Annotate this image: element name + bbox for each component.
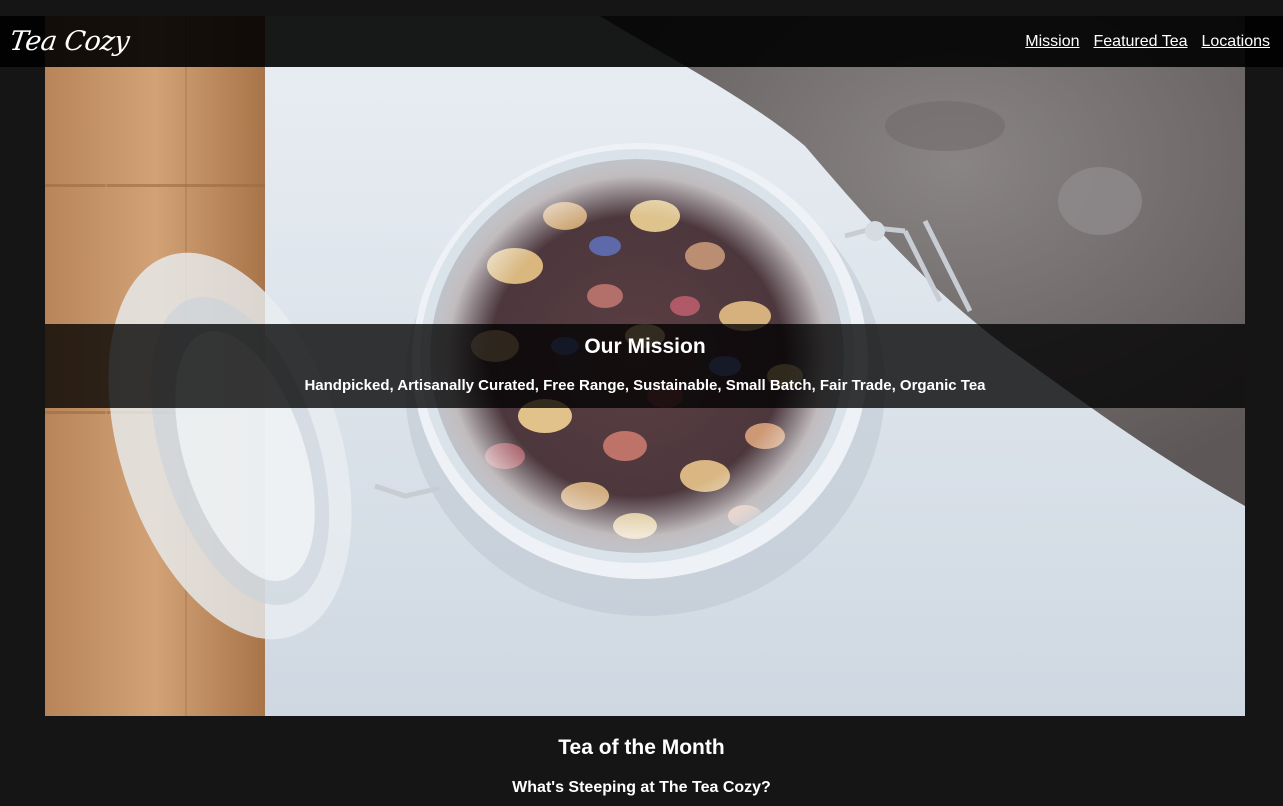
- site-header: Tea Cozy Mission Featured Tea Locations: [0, 16, 1283, 67]
- mission-title: Our Mission: [584, 335, 706, 358]
- nav-link-featured-tea[interactable]: Featured Tea: [1094, 33, 1188, 51]
- site-logo[interactable]: Tea Cozy: [8, 26, 131, 57]
- tea-of-the-month-section: Tea of the Month What's Steeping at The …: [0, 716, 1283, 798]
- tea-of-the-month-title: Tea of the Month: [558, 736, 725, 759]
- tea-of-the-month-subtitle: What's Steeping at The Tea Cozy?: [512, 779, 771, 796]
- nav-link-locations[interactable]: Locations: [1202, 33, 1271, 51]
- top-strip: [0, 0, 1283, 16]
- nav-link-mission[interactable]: Mission: [1025, 33, 1079, 51]
- mission-banner: Our Mission Handpicked, Artisanally Cura…: [45, 324, 1245, 408]
- mission-text: Handpicked, Artisanally Curated, Free Ra…: [304, 377, 986, 394]
- main-nav: Mission Featured Tea Locations: [1025, 33, 1270, 51]
